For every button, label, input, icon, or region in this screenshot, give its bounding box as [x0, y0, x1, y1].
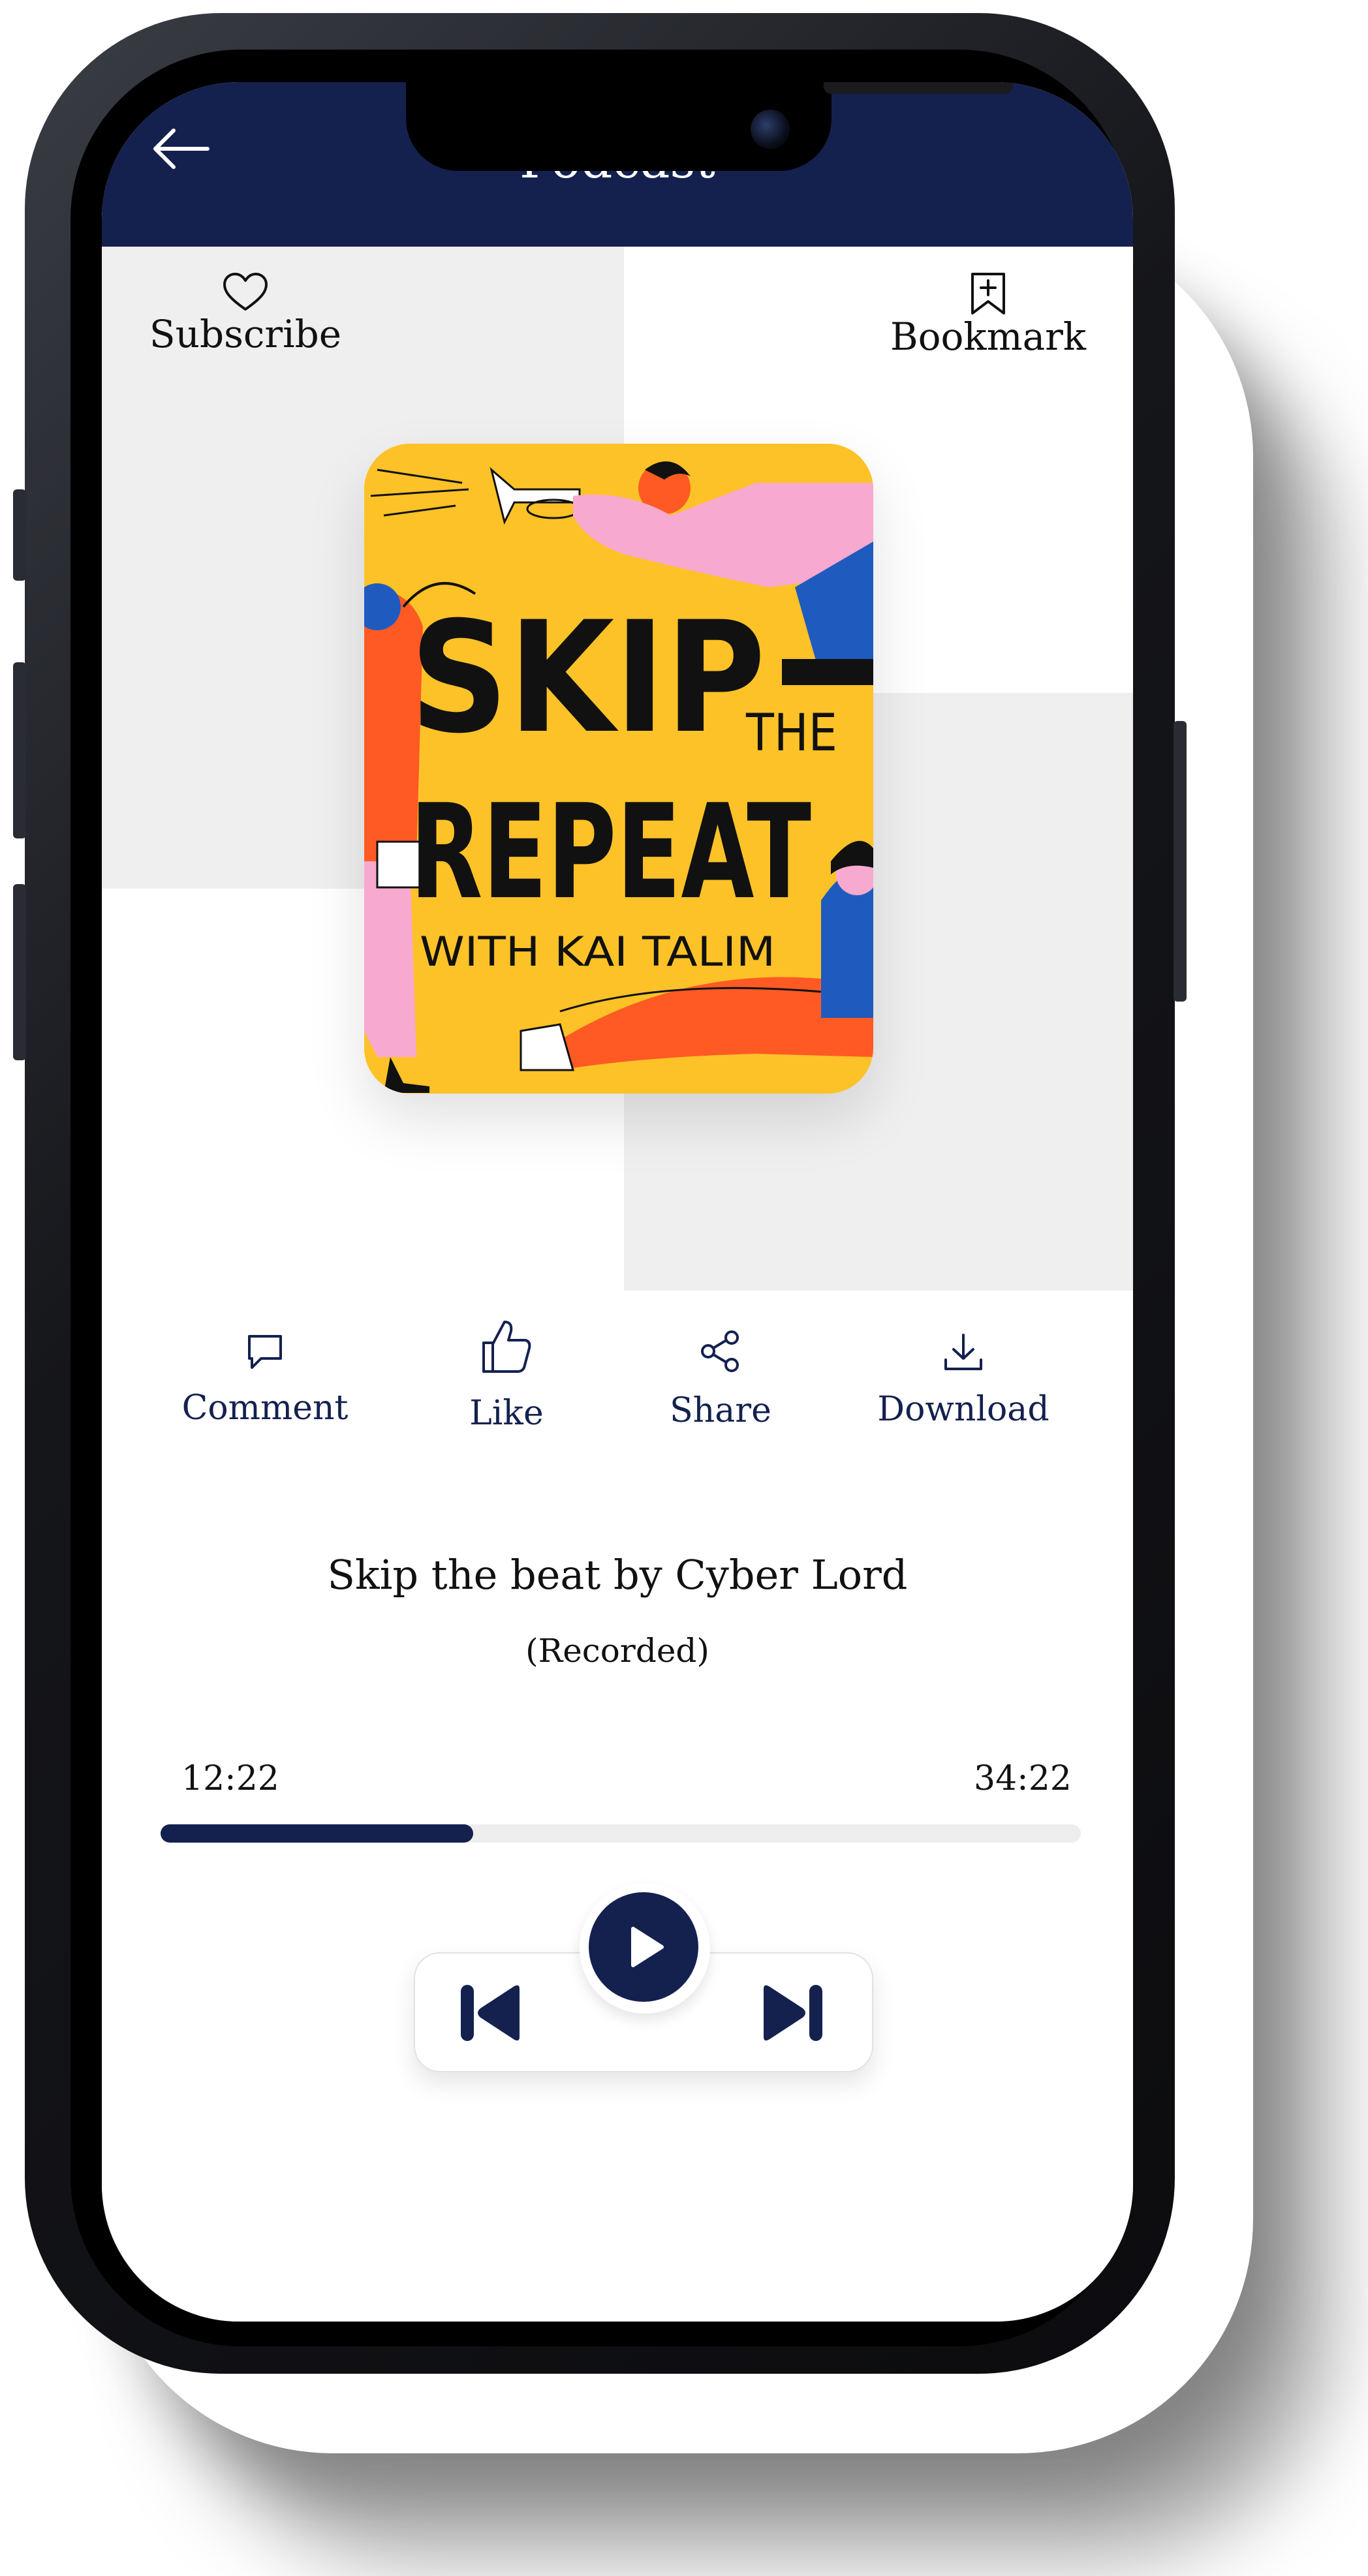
- arrow-left-icon: [153, 129, 210, 169]
- previous-button[interactable]: [454, 1977, 526, 2049]
- track-subtitle: (Recorded): [525, 1632, 709, 1670]
- artwork-title-repeat: REPEAT: [410, 776, 811, 928]
- skip-next-icon: [764, 1985, 822, 2041]
- artwork-title-the: THE: [745, 704, 837, 763]
- phone-frame: Podcast Subscribe: [13, 13, 1187, 2374]
- volume-up-button: [13, 662, 26, 838]
- artwork-illustration: SKIP THE REPEAT WITH KAI TALIM: [364, 444, 873, 1094]
- comment-icon: [248, 1335, 282, 1369]
- download-button[interactable]: Download: [859, 1331, 1068, 1429]
- mockup-stage: Podcast Subscribe: [0, 0, 1368, 2576]
- skip-previous-icon: [461, 1985, 520, 2041]
- bookmark-add-icon: [971, 273, 1005, 314]
- heart-icon: [223, 273, 268, 311]
- like-label: Like: [469, 1394, 544, 1433]
- podcast-artwork: SKIP THE REPEAT WITH KAI TALIM: [364, 444, 873, 1094]
- share-button[interactable]: Share: [655, 1328, 786, 1430]
- comment-button[interactable]: Comment: [167, 1331, 363, 1428]
- share-label: Share: [670, 1391, 771, 1430]
- progress-bar[interactable]: [161, 1824, 1081, 1843]
- like-button[interactable]: Like: [448, 1317, 565, 1433]
- progress-fill: [161, 1824, 474, 1843]
- power-button: [1174, 721, 1187, 1002]
- app-screen: Podcast Subscribe: [102, 82, 1133, 2322]
- share-icon: [701, 1330, 739, 1372]
- artwork-subtitle: WITH KAI TALIM: [420, 928, 775, 975]
- mute-switch: [13, 489, 26, 581]
- download-icon: [944, 1334, 982, 1370]
- front-camera: [751, 110, 790, 149]
- back-button[interactable]: [148, 123, 213, 175]
- subscribe-label: Subscribe: [149, 312, 342, 356]
- next-button[interactable]: [757, 1977, 829, 2049]
- device-notch: [406, 82, 1013, 171]
- bookmark-button[interactable]: Bookmark: [884, 271, 1093, 358]
- player-sheet: [102, 1291, 1133, 2322]
- thumbs-up-icon: [482, 1321, 531, 1373]
- volume-down-button: [13, 884, 26, 1060]
- artwork-title-skip: SKIP: [410, 589, 766, 767]
- bookmark-label: Bookmark: [890, 314, 1087, 359]
- subscribe-button[interactable]: Subscribe: [148, 271, 343, 355]
- track-title: Skip the beat by Cyber Lord: [327, 1551, 908, 1599]
- play-button[interactable]: [589, 1892, 698, 2002]
- download-label: Download: [877, 1390, 1049, 1429]
- elapsed-time: 12:22: [181, 1759, 279, 1798]
- play-icon: [631, 1927, 664, 1967]
- earpiece-speaker: [824, 82, 1013, 94]
- comment-label: Comment: [181, 1388, 349, 1428]
- total-duration: 34:22: [974, 1759, 1072, 1798]
